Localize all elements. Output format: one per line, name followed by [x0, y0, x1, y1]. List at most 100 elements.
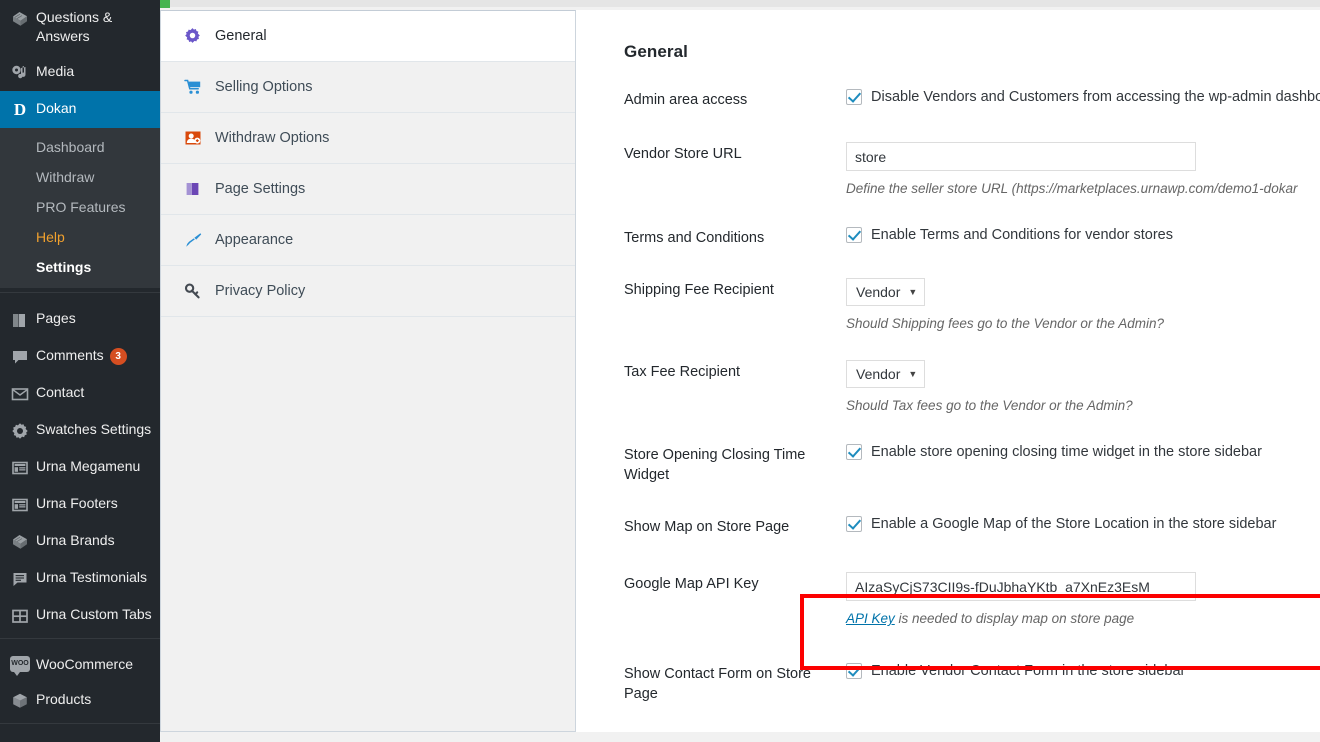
store-hours-checkbox-row[interactable]: Enable store opening closing time widget… [846, 443, 1320, 462]
sidebar-item-media[interactable]: Media [0, 54, 160, 91]
checkbox-label: Disable Vendors and Customers from acces… [871, 89, 1320, 105]
pages-icon [183, 179, 213, 199]
top-strip [160, 0, 1320, 10]
gray-band [170, 0, 1320, 7]
sidebar-item-label: Media [36, 63, 75, 79]
field-label: Shipping Fee Recipient [624, 282, 774, 298]
store-opening-closing-time-checkbox[interactable] [846, 444, 862, 460]
sidebar-item-products[interactable]: Products [0, 682, 160, 719]
google-map-api-key-hint: API Key is needed to display map on stor… [846, 610, 1320, 628]
field-label: Terms and Conditions [624, 230, 765, 246]
show-contact-form-checkbox-row[interactable]: Enable Vendor Contact Form in the store … [846, 662, 1320, 681]
menu-separator [0, 638, 160, 647]
dokan-settings-layout: General Selling Options Withdraw Options… [160, 10, 1320, 742]
layers-icon [10, 532, 36, 552]
field-row-admin-area-access: Admin area access Disable Vendors and Cu… [576, 88, 1320, 110]
sidebar-item-pages[interactable]: Pages [0, 301, 160, 338]
field-label: Tax Fee Recipient [624, 364, 741, 380]
field-row-shipping-fee-recipient: Shipping Fee Recipient Vendor ▼ Should S… [576, 278, 1320, 333]
admin-sidebar: Questions & Answers Media D Dokan Dashbo… [0, 0, 160, 742]
submenu-item-dashboard[interactable]: Dashboard [0, 132, 160, 162]
tax-fee-recipient-hint: Should Tax fees go to the Vendor or the … [846, 398, 1133, 413]
chevron-down-icon: ▼ [908, 369, 918, 379]
tab-page-settings[interactable]: Page Settings [161, 164, 575, 215]
tab-label: Page Settings [215, 181, 306, 197]
tab-withdraw-options[interactable]: Withdraw Options [161, 113, 575, 164]
settings-form-panel: General Admin area access Disable Vendor… [576, 10, 1320, 732]
sidebar-item-label: Products [36, 691, 92, 707]
terms-checkbox-row[interactable]: Enable Terms and Conditions for vendor s… [846, 226, 1320, 245]
sidebar-item-label: WooCommerce [36, 656, 133, 672]
field-label: Store Opening Closing Time Widget [624, 447, 806, 483]
field-label: Show Map on Store Page [624, 519, 790, 535]
sidebar-item-dokan[interactable]: D Dokan [0, 91, 160, 128]
api-key-link[interactable]: API Key [846, 611, 895, 626]
submenu-item-settings[interactable]: Settings [0, 252, 160, 282]
field-row-google-map-api-key: Google Map API Key API Key is needed to … [576, 572, 1320, 628]
field-row-show-map-on-store-page: Show Map on Store Page Enable a Google M… [576, 515, 1320, 537]
tab-label: Withdraw Options [215, 130, 330, 146]
comments-count-badge: 3 [109, 348, 127, 365]
shipping-fee-recipient-select[interactable]: Vendor ▼ [846, 278, 926, 306]
checkbox-label: Enable a Google Map of the Store Locatio… [871, 516, 1277, 532]
field-label: Show Contact Form on Store Page [624, 666, 811, 702]
shipping-fee-recipient-hint: Should Shipping fees go to the Vendor or… [846, 316, 1164, 331]
checkbox-label: Enable Terms and Conditions for vendor s… [871, 227, 1173, 243]
testimonial-icon [10, 569, 36, 589]
vendor-store-url-input[interactable] [846, 142, 1196, 171]
woocommerce-icon: WOO [10, 656, 36, 676]
field-row-terms-and-conditions: Terms and Conditions Enable Terms and Co… [576, 226, 1320, 248]
paintbrush-icon [183, 230, 213, 250]
sidebar-item-urna-megamenu[interactable]: Urna Megamenu [0, 449, 160, 486]
tab-privacy-policy[interactable]: Privacy Policy [161, 266, 575, 317]
field-label: Admin area access [624, 92, 748, 108]
show-contact-form-checkbox[interactable] [846, 663, 862, 679]
api-key-hint-rest: is needed to display map on store page [894, 611, 1135, 626]
chevron-down-icon: ▼ [908, 287, 918, 297]
tax-fee-recipient-select[interactable]: Vendor ▼ [846, 360, 926, 388]
submenu-item-withdraw[interactable]: Withdraw [0, 162, 160, 192]
submenu-item-pro-features[interactable]: PRO Features [0, 192, 160, 222]
show-map-checkbox-row[interactable]: Enable a Google Map of the Store Locatio… [846, 515, 1320, 534]
box-icon [10, 691, 36, 711]
tab-selling-options[interactable]: Selling Options [161, 62, 575, 113]
settings-tab-list: General Selling Options Withdraw Options… [160, 10, 576, 732]
gear-icon [10, 421, 36, 441]
sidebar-item-urna-testimonials[interactable]: Urna Testimonials [0, 560, 160, 597]
sidebar-item-label: Urna Footers [36, 495, 118, 511]
media-icon [10, 63, 36, 83]
sidebar-item-urna-brands[interactable]: Urna Brands [0, 523, 160, 560]
sidebar-item-woocommerce[interactable]: WOO WooCommerce [0, 647, 160, 682]
field-row-show-contact-form: Show Contact Form on Store Page Enable V… [576, 662, 1320, 704]
sidebar-item-contact[interactable]: Contact [0, 375, 160, 412]
sidebar-item-label: Swatches Settings [36, 421, 152, 437]
dokan-icon: D [13, 100, 27, 119]
dokan-submenu: Dashboard Withdraw PRO Features Help Set… [0, 128, 160, 288]
gear-icon [183, 26, 213, 46]
tab-appearance[interactable]: Appearance [161, 215, 575, 266]
checkbox-label: Enable store opening closing time widget… [871, 444, 1262, 460]
submenu-item-help[interactable]: Help [0, 222, 160, 252]
field-row-tax-fee-recipient: Tax Fee Recipient Vendor ▼ Should Tax fe… [576, 360, 1320, 415]
admin-area-access-checkbox-row[interactable]: Disable Vendors and Customers from acces… [846, 88, 1320, 107]
key-icon [183, 281, 213, 301]
sidebar-item-questions-answers[interactable]: Questions & Answers [0, 0, 160, 54]
show-map-on-store-page-checkbox[interactable] [846, 516, 862, 532]
tabs-grid-icon [10, 606, 36, 626]
sidebar-item-swatches-settings[interactable]: Swatches Settings [0, 412, 160, 449]
sidebar-item-comments[interactable]: Comments 3 [0, 338, 160, 375]
content-area: General Selling Options Withdraw Options… [160, 0, 1320, 742]
field-row-store-opening-closing-time: Store Opening Closing Time Widget Enable… [576, 443, 1320, 485]
sidebar-item-urna-custom-tabs[interactable]: Urna Custom Tabs [0, 597, 160, 634]
menu-separator [0, 292, 160, 301]
sidebar-item-appearance[interactable]: Appearance [0, 732, 160, 742]
admin-area-access-checkbox[interactable] [846, 89, 862, 105]
sidebar-item-urna-footers[interactable]: Urna Footers [0, 486, 160, 523]
field-label: Google Map API Key [624, 576, 759, 592]
tab-label: Privacy Policy [215, 283, 306, 299]
tab-general[interactable]: General [161, 11, 575, 62]
terms-and-conditions-checkbox[interactable] [846, 227, 862, 243]
google-map-api-key-input[interactable] [846, 572, 1196, 601]
sidebar-item-label: Contact [36, 384, 85, 400]
sidebar-item-label: Urna Brands [36, 532, 115, 548]
